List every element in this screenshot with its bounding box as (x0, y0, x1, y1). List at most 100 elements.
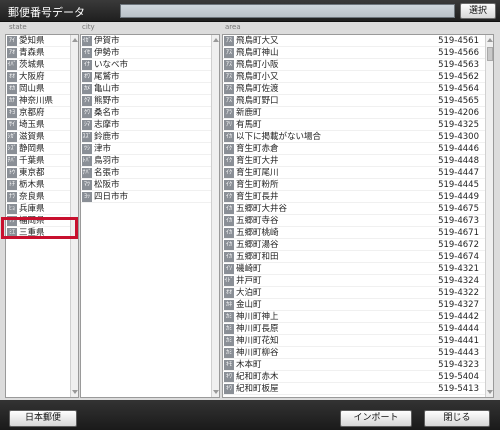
areas-list-item[interactable]: ｷﾓ 木本町 519-4323 (223, 359, 485, 371)
close-button[interactable]: 閉じる (424, 410, 490, 427)
kana-tag: ｼﾏ (82, 120, 92, 130)
city-scrollbar[interactable] (211, 35, 219, 397)
areas-name: 飛鳥町小阪 (236, 60, 279, 70)
area-list[interactable]: ｱｽ 飛鳥町大又 519-4561 ｱｽ 飛鳥町神山 519-4566 ｱｽ 飛鳥町小阪 519… (222, 34, 494, 398)
cities-list-item[interactable]: ﾄﾊﾞ 鳥羽市 (81, 155, 211, 167)
areas-list-item[interactable]: ｲｿ 磯崎町 519-4321 (223, 263, 485, 275)
states-list-item[interactable]: ｱｲ 愛知県 (6, 35, 70, 47)
cities-list-item[interactable]: ｲｾ 伊勢市 (81, 47, 211, 59)
areas-list-item[interactable]: ｶﾐ 神川町柳谷 519-4443 (223, 347, 485, 359)
areas-list-item[interactable]: ｱｽ 飛鳥町小又 519-4562 (223, 71, 485, 83)
areas-list-item[interactable]: ｲｶ 五郷町和田 519-4674 (223, 251, 485, 263)
states-name: 大阪府 (19, 72, 45, 82)
cities-list-item[interactable]: ｸﾜ 桑名市 (81, 107, 211, 119)
states-list-item[interactable]: ﾄﾁ 栃木県 (6, 179, 70, 191)
postal-code: 519-4675 (438, 204, 479, 214)
states-list-item[interactable]: ｱｵ 青森県 (6, 47, 70, 59)
areas-list-item[interactable]: ｵｵ 大泊町 519-4322 (223, 287, 485, 299)
areas-list-item[interactable]: ｱﾗ 新鹿町 519-4206 (223, 107, 485, 119)
kana-tag: ｵｶ (7, 84, 17, 94)
cities-list-item[interactable]: ｵﾜ 尾鷲市 (81, 71, 211, 83)
cities-name: 伊勢市 (94, 48, 120, 58)
scroll-up-icon[interactable] (487, 38, 493, 42)
state-scrollbar[interactable] (70, 35, 78, 397)
states-list-item[interactable]: ｵｶ 岡山県 (6, 83, 70, 95)
areas-list-item[interactable]: ｲｸ 育生町粉所 519-4445 (223, 179, 485, 191)
areas-list-item[interactable]: ｱｽ 飛鳥町佐渡 519-4564 (223, 83, 485, 95)
states-name: 神奈川県 (19, 96, 54, 106)
areas-list-item[interactable]: ｲｶ 以下に掲載がない場合 519-4300 (223, 131, 485, 143)
scroll-up-icon[interactable] (213, 38, 219, 42)
select-button[interactable]: 選択 (460, 3, 496, 19)
cities-list-item[interactable]: ﾅﾊﾞ 名張市 (81, 167, 211, 179)
areas-list-item[interactable]: ｷﾜ 紀和町赤木 519-5404 (223, 371, 485, 383)
areas-list-item[interactable]: ｲｸ 育生町尾川 519-4447 (223, 167, 485, 179)
states-name: 東京都 (19, 168, 45, 178)
cities-list-item[interactable]: ﾖｯ 四日市市 (81, 191, 211, 203)
cities-name: 志摩市 (94, 120, 120, 130)
kana-tag: ｱﾘ (224, 120, 234, 130)
japan-post-button[interactable]: 日本郵便 (9, 410, 77, 427)
areas-list-item[interactable]: ｲﾄﾞ 井戸町 519-4324 (223, 275, 485, 287)
states-name: 兵庫県 (19, 204, 45, 214)
areas-list-item[interactable]: ｱｽ 飛鳥町野口 519-4565 (223, 95, 485, 107)
states-list-item[interactable]: ｶﾅ 神奈川県 (6, 95, 70, 107)
areas-list-item[interactable]: ｲｶ 五郷町桃崎 519-4671 (223, 227, 485, 239)
kana-tag: ｷﾖ (7, 108, 17, 118)
cities-list-item[interactable]: ｶﾒ 亀山市 (81, 83, 211, 95)
cities-list-item[interactable]: ｸﾏ 熊野市 (81, 95, 211, 107)
areas-list-item[interactable]: ｲｶ 五郷町寺谷 519-4673 (223, 215, 485, 227)
cities-list-item[interactable]: ﾏﾂ 松阪市 (81, 179, 211, 191)
states-list-item[interactable]: ｼｽﾞ 静岡県 (6, 143, 70, 155)
areas-list-item[interactable]: ｶﾐ 神川町神上 519-4442 (223, 311, 485, 323)
cities-list-item[interactable]: ｲｶﾞ 伊賀市 (81, 35, 211, 47)
kana-tag: ｱﾗ (224, 108, 234, 118)
areas-list-item[interactable]: ｱﾘ 有馬町 519-4325 (223, 119, 485, 131)
areas-list-item[interactable]: ｲｸ 育生町赤倉 519-4446 (223, 143, 485, 155)
areas-list-item[interactable]: ｲｶ 五郷町大井谷 519-4675 (223, 203, 485, 215)
scroll-down-icon[interactable] (487, 390, 493, 394)
states-list-item[interactable]: ｵｵ 大阪府 (6, 71, 70, 83)
cities-list-item[interactable]: ｼﾏ 志摩市 (81, 119, 211, 131)
areas-list-item[interactable]: ｲｶ 五郷町湯谷 519-4672 (223, 239, 485, 251)
areas-list-item[interactable]: ｶﾐ 神川町花知 519-4441 (223, 335, 485, 347)
states-list-item[interactable]: ｲﾊﾞ 茨城県 (6, 59, 70, 71)
areas-list-item[interactable]: ｲｸ 育生町大井 519-4448 (223, 155, 485, 167)
states-list-item[interactable]: ｼｶﾞ 滋賀県 (6, 131, 70, 143)
areas-list-item[interactable]: ｱｽ 飛鳥町小阪 519-4563 (223, 59, 485, 71)
scroll-down-icon[interactable] (72, 390, 78, 394)
states-list-item[interactable]: ﾄｳ 東京都 (6, 167, 70, 179)
state-list[interactable]: ｱｲ 愛知県 ｱｵ 青森県 ｲﾊﾞ 茨城県 ｵｵ 大阪府 ｵｶ 岡山県 ｶﾅ 神奈川県 ｷﾖ 京都府 ｻｲ埼… (5, 34, 79, 398)
kana-tag: ｱｽ (224, 60, 234, 70)
kana-tag: ｱｽ (224, 72, 234, 82)
kana-tag: ｲｸ (224, 156, 234, 166)
cities-list-item[interactable]: ｽｽﾞ 鈴鹿市 (81, 131, 211, 143)
cities-list-item[interactable]: ﾂｼ 津市 (81, 143, 211, 155)
states-list-item[interactable]: ﾁﾊﾞ 千葉県 (6, 155, 70, 167)
postal-code: 519-4206 (438, 108, 479, 118)
areas-list-item[interactable]: ｱｽ 飛鳥町大又 519-4561 (223, 35, 485, 47)
areas-list-item[interactable]: ｲｸ 育生町長井 519-4449 (223, 191, 485, 203)
areas-list-item[interactable]: ｶﾈ 金山町 519-4327 (223, 299, 485, 311)
states-list-item[interactable]: ｷﾖ 京都府 (6, 107, 70, 119)
areas-list-item[interactable]: ｷﾜ 紀和町板屋 519-5413 (223, 383, 485, 395)
scroll-thumb[interactable] (487, 47, 493, 61)
area-scrollbar[interactable] (485, 35, 493, 397)
states-list-item[interactable]: ﾅﾗ 奈良県 (6, 191, 70, 203)
states-list-item[interactable]: ｻｲ 埼玉県 (6, 119, 70, 131)
search-field[interactable] (120, 4, 455, 18)
postal-code: 519-4673 (438, 216, 479, 226)
postal-code: 519-4564 (438, 84, 479, 94)
kana-tag: ｷﾜ (224, 372, 234, 382)
kana-tag: ｶﾈ (224, 300, 234, 310)
areas-list-item[interactable]: ｶﾐ 神川町長原 519-4444 (223, 323, 485, 335)
postal-code: 519-4672 (438, 240, 479, 250)
scroll-down-icon[interactable] (213, 390, 219, 394)
scroll-up-icon[interactable] (72, 38, 78, 42)
states-list-item[interactable]: ﾋｮ 兵庫県 (6, 203, 70, 215)
postal-code: 519-4321 (438, 264, 479, 274)
cities-list-item[interactable]: ｲﾅ いなべ市 (81, 59, 211, 71)
import-button[interactable]: インポート (340, 410, 412, 427)
city-list[interactable]: ｲｶﾞ 伊賀市 ｲｾ 伊勢市 ｲﾅ いなべ市 ｵﾜ 尾鷲市 ｶﾒ 亀山市 ｸﾏ 熊野市 ｸﾜ 桑名市 ｼﾏ志… (80, 34, 220, 398)
areas-list-item[interactable]: ｱｽ 飛鳥町神山 519-4566 (223, 47, 485, 59)
